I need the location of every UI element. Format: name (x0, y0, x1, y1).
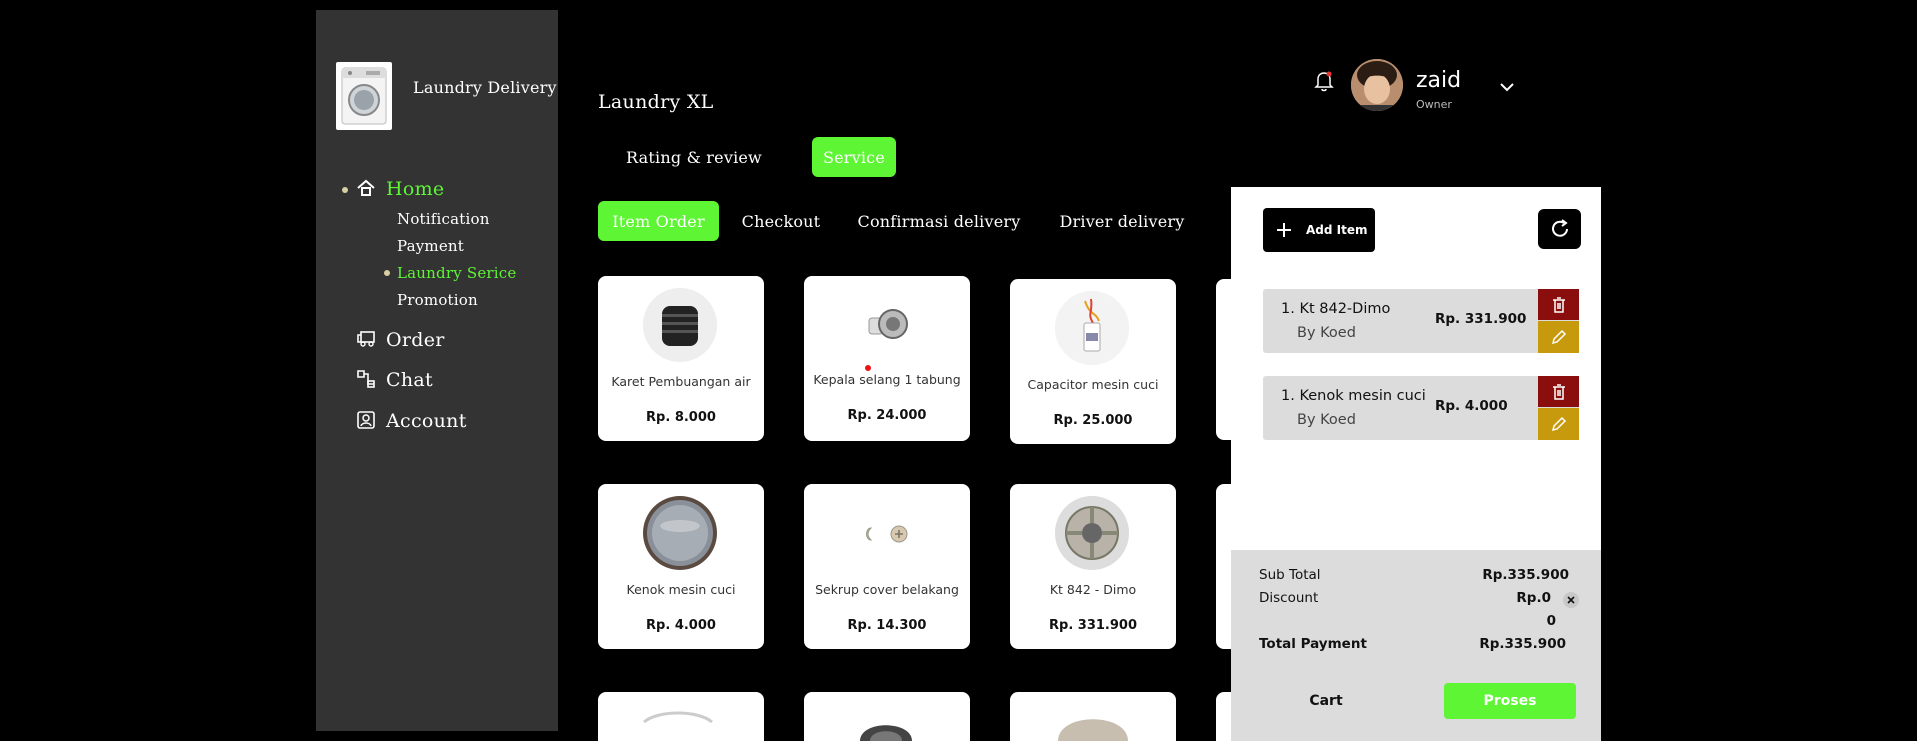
product-name: Sekrup cover belakang (815, 582, 959, 597)
add-item-label: Add Item (1306, 223, 1368, 237)
tab-rating-review[interactable]: Rating & review (615, 137, 773, 177)
nav-account[interactable]: Account (386, 410, 467, 432)
cart-item-seller: By Koed (1297, 325, 1356, 341)
product-price: Rp. 331.900 (1049, 618, 1137, 633)
subtotal-label: Sub Total (1259, 567, 1321, 583)
refresh-icon (1551, 219, 1568, 237)
refresh-button[interactable] (1538, 209, 1581, 249)
tab-item-order[interactable]: Item Order (598, 201, 719, 241)
trash-icon (1552, 383, 1565, 400)
pulley-icon (1055, 496, 1129, 570)
product-card-partial[interactable] (1010, 692, 1176, 741)
home-icon (356, 178, 376, 202)
shop-title: Laundry XL (598, 91, 714, 113)
cart-item: 1. Kt 842-Dimo By Koed Rp. 331.900 (1263, 289, 1579, 353)
cart-item: 1. Kenok mesin cuci By Koed Rp. 4.000 (1263, 376, 1579, 440)
product-card-partial[interactable] (1216, 692, 1231, 741)
product-price: Rp. 4.000 (646, 618, 716, 633)
user-name: zaid (1416, 68, 1462, 93)
washing-machine-logo (336, 62, 392, 130)
plus-icon (1277, 223, 1291, 237)
tab-checkout[interactable]: Checkout (736, 201, 826, 241)
trash-icon (1552, 296, 1565, 313)
active-subdot (384, 270, 390, 276)
chat-icon (356, 369, 376, 393)
nav-notification[interactable]: Notification (397, 210, 490, 228)
pencil-icon (1551, 416, 1566, 432)
nav-payment[interactable]: Payment (397, 237, 464, 255)
product-card-partial[interactable] (598, 692, 764, 741)
payment-summary: Sub Total Rp.335.900 Discount Rp.0 0 Tot… (1231, 550, 1601, 741)
product-card[interactable]: Karet Pembuangan air Rp. 8.000 (598, 276, 764, 441)
product-name: Karet Pembuangan air (611, 374, 751, 389)
product-card-partial[interactable] (1216, 484, 1231, 649)
cart-item-seller: By Koed (1297, 412, 1356, 428)
delete-button[interactable] (1538, 289, 1579, 320)
avatar[interactable] (1351, 59, 1403, 111)
rubber-drain-icon (643, 288, 717, 362)
product-price: Rp. 14.300 (847, 618, 927, 633)
truck-icon (356, 328, 376, 352)
capacitor-icon (1055, 291, 1129, 365)
edit-button[interactable] (1538, 408, 1579, 440)
product-price: Rp. 8.000 (646, 410, 716, 425)
total-value: Rp.335.900 (1479, 636, 1566, 652)
cart-item-name: 1. Kenok mesin cuci (1281, 388, 1426, 404)
nav-order[interactable]: Order (386, 329, 445, 351)
tab-service[interactable]: Service (812, 137, 896, 177)
delete-button[interactable] (1538, 376, 1579, 407)
product-card[interactable]: Kt 842 - Dimo Rp. 331.900 (1010, 484, 1176, 649)
cart-item-price: Rp. 4.000 (1435, 398, 1508, 414)
red-dot (865, 365, 871, 371)
account-icon (356, 410, 376, 434)
bell-icon[interactable] (1314, 70, 1334, 96)
product-card-partial[interactable] (804, 692, 970, 741)
subtotal-value: Rp.335.900 (1482, 567, 1569, 583)
product-card[interactable]: Kepala selang 1 tabung Rp. 24.000 (804, 276, 970, 441)
nav-home[interactable]: Home (386, 178, 444, 200)
edit-button[interactable] (1538, 321, 1579, 353)
total-label: Total Payment (1259, 636, 1367, 652)
product-price: Rp. 24.000 (847, 408, 927, 423)
product-card[interactable]: Kenok mesin cuci Rp. 4.000 (598, 484, 764, 649)
product-name: Kenok mesin cuci (626, 582, 736, 597)
screw-icon (849, 496, 923, 570)
knob-icon (643, 496, 717, 570)
tab-driver-delivery[interactable]: Driver delivery (1053, 201, 1191, 241)
product-card-partial[interactable] (1216, 279, 1231, 440)
pencil-icon (1551, 329, 1566, 345)
cart-button[interactable]: Cart (1271, 683, 1381, 719)
product-card[interactable]: Sekrup cover belakang Rp. 14.300 (804, 484, 970, 649)
add-item-button[interactable]: Add Item (1263, 208, 1375, 252)
nav-promotion[interactable]: Promotion (397, 291, 478, 309)
product-price: Rp. 25.000 (1053, 413, 1133, 428)
discount-label: Discount (1259, 590, 1319, 606)
nav-chat[interactable]: Chat (386, 369, 433, 391)
product-name: Capacitor mesin cuci (1027, 377, 1159, 392)
product-card[interactable]: Capacitor mesin cuci Rp. 25.000 (1010, 279, 1176, 444)
hose-head-icon (849, 288, 923, 362)
product-name: Kepala selang 1 tabung (813, 372, 961, 387)
tab-confirmasi-delivery[interactable]: Confirmasi delivery (854, 201, 1024, 241)
chevron-down-icon[interactable] (1499, 78, 1515, 97)
app-name: Laundry Delivery (413, 78, 557, 97)
cart-item-name: 1. Kt 842-Dimo (1281, 301, 1391, 317)
discount-extra: 0 (1546, 613, 1556, 629)
active-dot (342, 187, 348, 193)
nav-laundry-service[interactable]: Laundry Serice (397, 264, 516, 282)
clear-discount-button[interactable] (1563, 592, 1579, 608)
user-role: Owner (1416, 98, 1452, 111)
product-name: Kt 842 - Dimo (1049, 582, 1137, 597)
proses-button[interactable]: Proses (1444, 683, 1576, 719)
sidebar: Laundry Delivery Home Notification Payme… (316, 10, 558, 731)
discount-value: Rp.0 (1516, 590, 1551, 606)
cart-item-price: Rp. 331.900 (1435, 311, 1527, 327)
close-icon (1567, 596, 1575, 604)
